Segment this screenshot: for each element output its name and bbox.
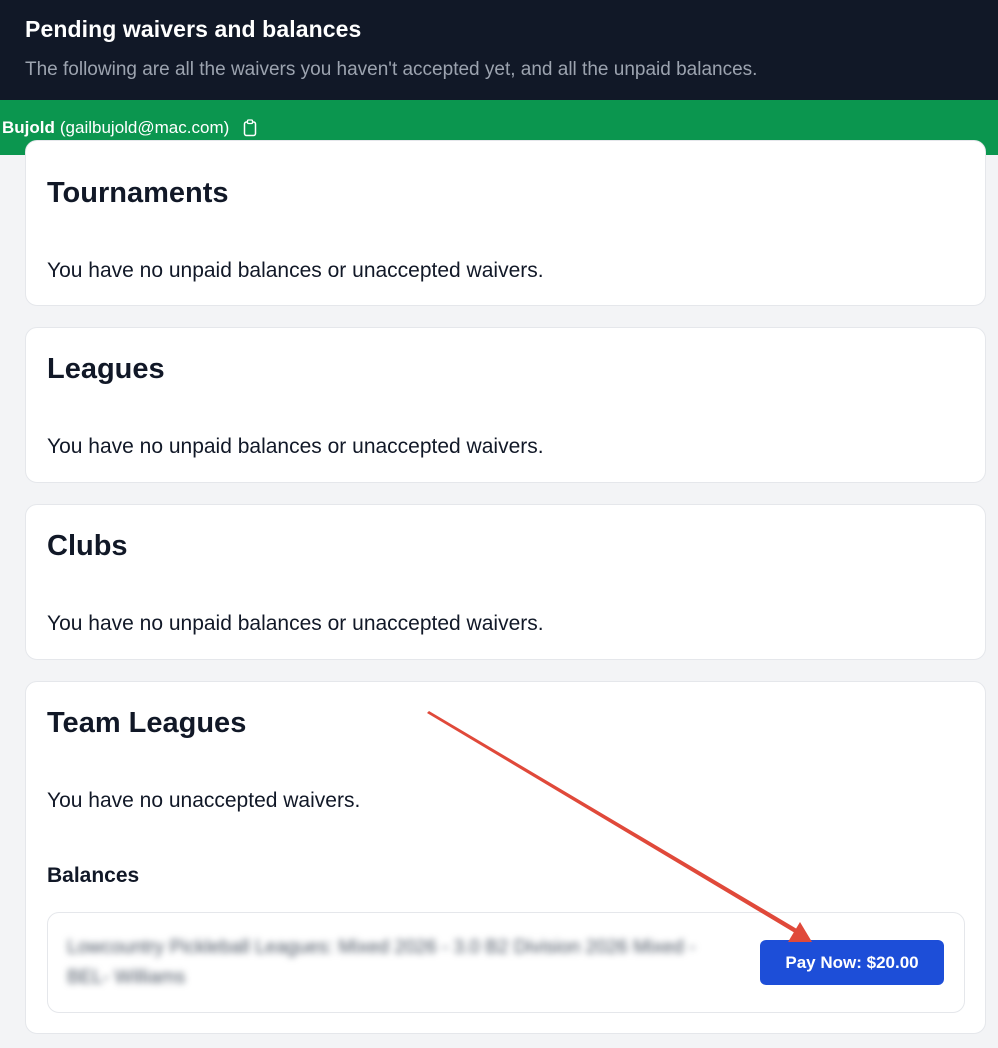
team-leagues-card: Team Leagues You have no unaccepted waiv… xyxy=(25,681,986,1034)
page-subtitle: The following are all the waivers you ha… xyxy=(25,59,758,80)
section-message: You have no unpaid balances or unaccepte… xyxy=(47,435,544,458)
leagues-card: Leagues You have no unpaid balances or u… xyxy=(25,327,986,483)
page-header: Pending waivers and balances The followi… xyxy=(0,0,998,100)
section-message: You have no unaccepted waivers. xyxy=(47,789,361,812)
balance-item: Lowcountry Pickleball Leagues: Mixed 202… xyxy=(47,912,965,1013)
balance-description: Lowcountry Pickleball Leagues: Mixed 202… xyxy=(67,937,696,988)
user-email: (gailbujold@mac.com) xyxy=(59,117,230,137)
section-title: Tournaments xyxy=(47,177,229,209)
user-name: Bujold xyxy=(2,117,55,137)
tournaments-card: Tournaments You have no unpaid balances … xyxy=(25,140,986,306)
section-title: Leagues xyxy=(47,353,165,385)
section-title: Clubs xyxy=(47,530,128,562)
balances-heading: Balances xyxy=(47,864,140,887)
clipboard-icon[interactable] xyxy=(243,118,257,137)
section-message: You have no unpaid balances or unaccepte… xyxy=(47,259,544,282)
page-title: Pending waivers and balances xyxy=(25,16,362,42)
pay-now-button[interactable]: Pay Now: $20.00 xyxy=(760,940,944,985)
section-message: You have no unpaid balances or unaccepte… xyxy=(47,612,544,635)
section-title: Team Leagues xyxy=(47,707,247,739)
clubs-card: Clubs You have no unpaid balances or una… xyxy=(25,504,986,660)
